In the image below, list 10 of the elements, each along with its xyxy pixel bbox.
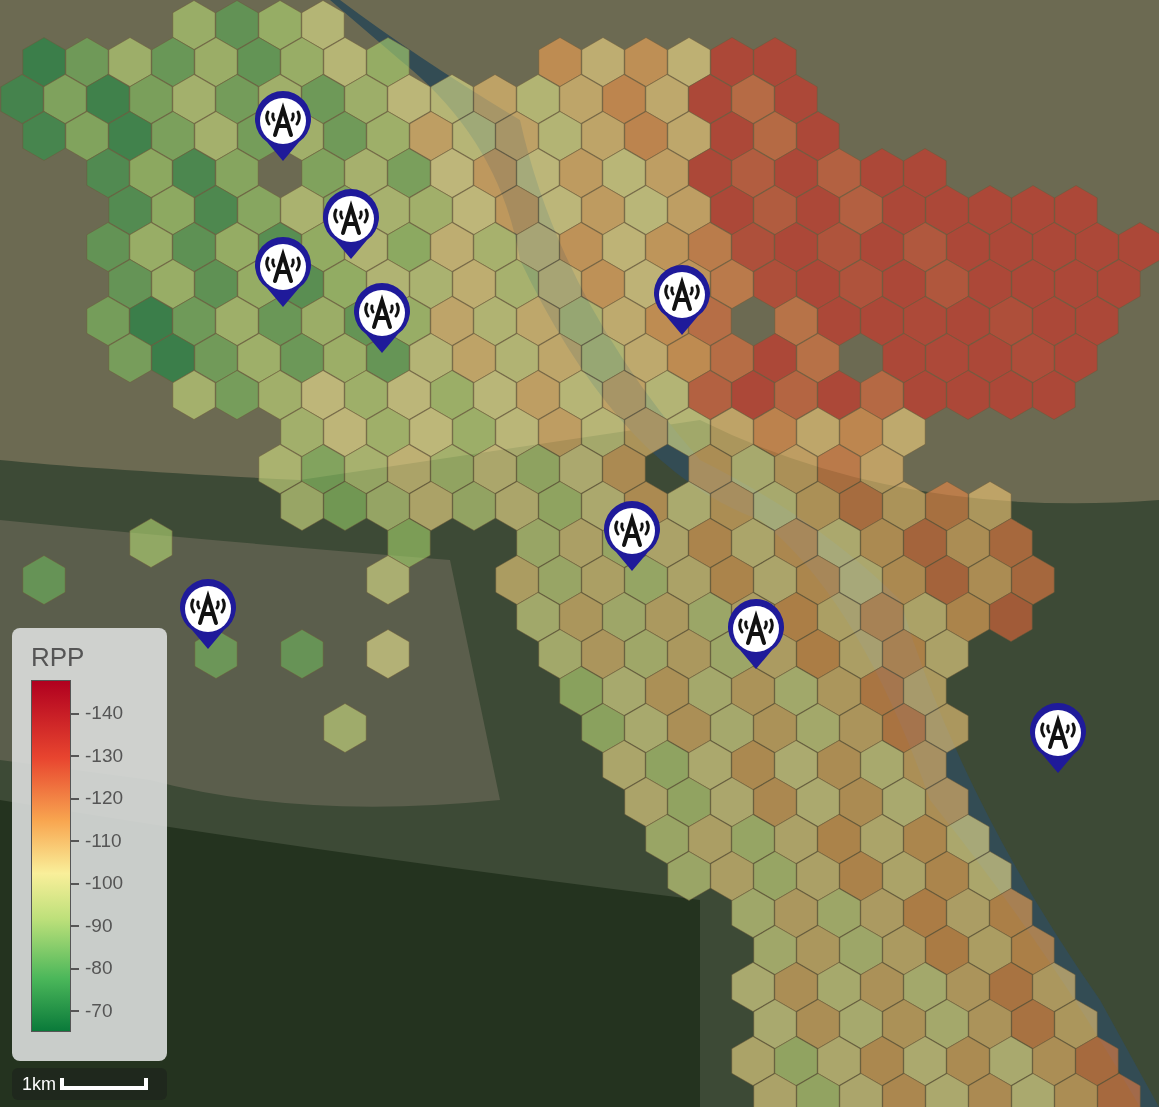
legend-tick-label: -120 <box>85 786 124 811</box>
legend-tick-label: -130 <box>85 743 124 768</box>
legend-title: RPP <box>31 642 86 672</box>
legend-tick-label: -140 <box>85 701 124 726</box>
legend-tick-label: -100 <box>85 871 124 896</box>
legend-tick-label: -110 <box>85 828 122 853</box>
scale-label: 1km <box>22 1072 56 1096</box>
legend-tick-label: -70 <box>85 998 113 1023</box>
legend-tick-label: -80 <box>85 956 113 981</box>
legend-tick-label: -90 <box>85 913 113 938</box>
